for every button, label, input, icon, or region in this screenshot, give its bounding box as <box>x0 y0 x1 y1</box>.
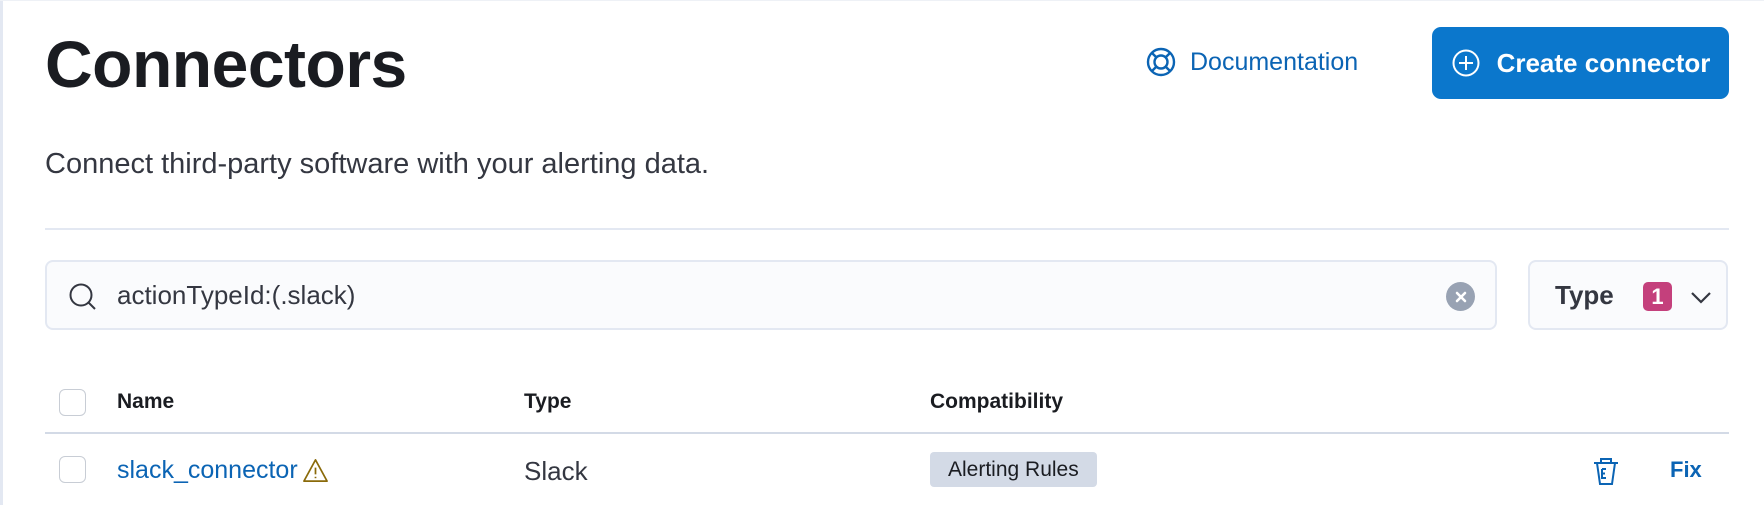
header-divider <box>45 228 1729 230</box>
type-filter-count-badge: 1 <box>1643 282 1672 311</box>
select-all-checkbox[interactable] <box>59 389 86 416</box>
clear-icon <box>1455 291 1466 302</box>
help-lifebuoy-icon <box>1146 47 1176 77</box>
clear-search-button[interactable] <box>1446 282 1475 311</box>
column-header-name[interactable]: Name <box>117 390 174 414</box>
create-connector-button[interactable]: Create connector <box>1432 27 1729 99</box>
page-top-border <box>0 0 1764 1</box>
trash-icon[interactable] <box>1592 456 1620 486</box>
column-header-compatibility: Compatibility <box>930 390 1064 413</box>
table-row: slack_connector Slack Alerting Rules Fix <box>45 434 1729 505</box>
connector-type: Slack <box>524 456 588 486</box>
documentation-link-label: Documentation <box>1190 47 1359 76</box>
search-icon <box>69 283 96 310</box>
page-description: Connect third-party software with your a… <box>45 148 710 180</box>
search-input[interactable] <box>117 272 1417 318</box>
documentation-link[interactable]: Documentation <box>1145 42 1358 82</box>
plus-in-circle-icon <box>1452 49 1480 77</box>
search-bar <box>45 260 1497 330</box>
row-checkbox[interactable] <box>59 456 86 483</box>
table-header: Name Type Compatibility <box>45 378 1729 434</box>
type-filter-button[interactable]: Type 1 <box>1528 260 1728 330</box>
connector-name: slack_connector <box>117 456 298 484</box>
page-title: Connectors <box>45 27 407 101</box>
page-left-border <box>0 0 3 505</box>
column-header-type[interactable]: Type <box>524 390 571 414</box>
compatibility-badge: Alerting Rules <box>930 452 1097 487</box>
connector-name-link[interactable]: slack_connector <box>117 456 329 485</box>
create-connector-label: Create connector <box>1496 47 1711 78</box>
warning-icon <box>302 459 328 482</box>
fix-connector-link[interactable]: Fix <box>1670 457 1702 483</box>
chevron-down-icon <box>1691 292 1711 304</box>
type-filter-label: Type <box>1555 280 1614 310</box>
